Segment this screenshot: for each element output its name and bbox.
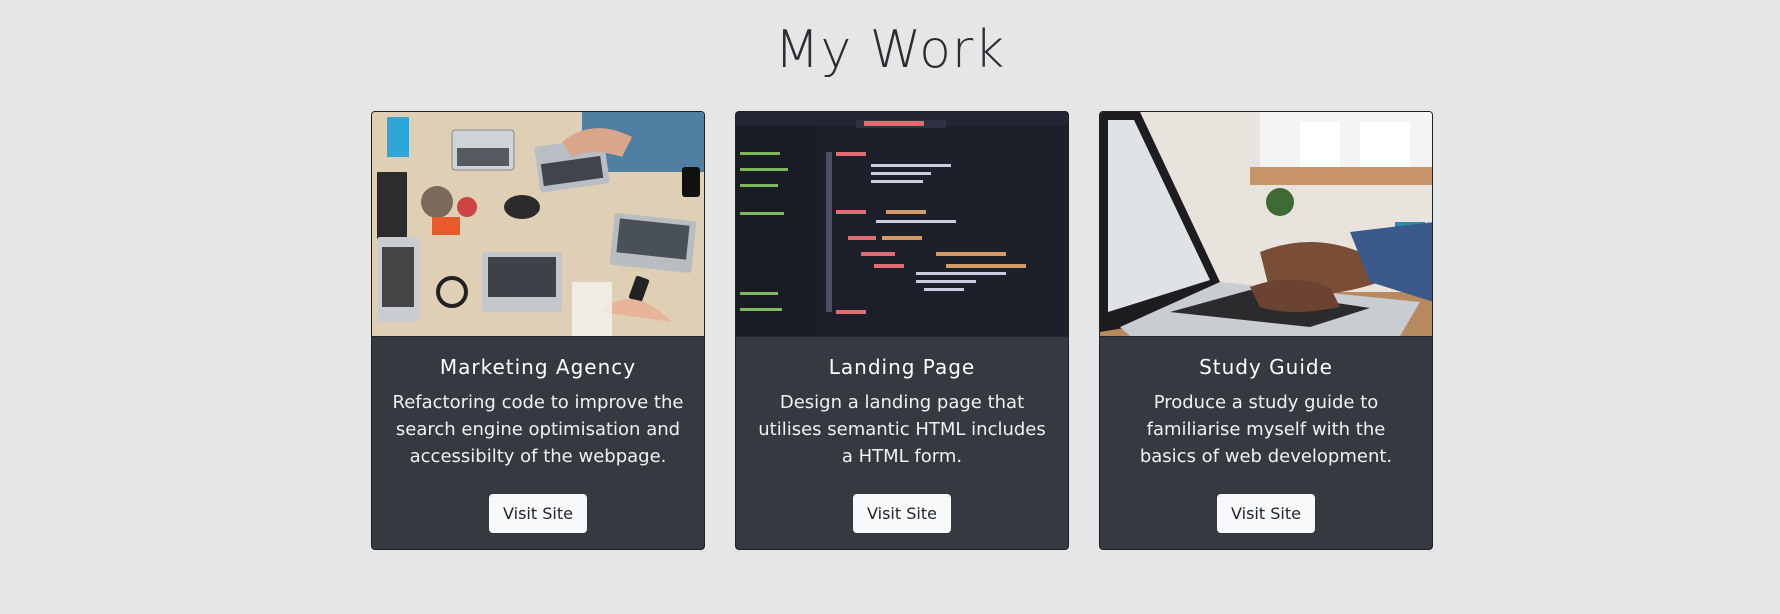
project-image-marketing-agency <box>372 112 704 337</box>
card-description: Refactoring code to improve the search e… <box>392 392 684 467</box>
portfolio-section: My Work Marketing Agency Refactoring cod… <box>0 0 1780 614</box>
project-cards: Marketing Agency Refactoring code to imp… <box>371 111 1433 550</box>
project-card-study-guide: Study Guide Produce a study guide to fam… <box>1099 111 1433 550</box>
visit-site-button[interactable]: Visit Site <box>1217 494 1315 533</box>
card-description: Produce a study guide to familiarise mys… <box>1139 392 1393 467</box>
card-description: Design a landing page that utilises sema… <box>758 392 1046 467</box>
visit-site-button[interactable]: Visit Site <box>853 494 951 533</box>
page-title: My Work <box>774 20 1006 80</box>
visit-site-button[interactable]: Visit Site <box>489 494 587 533</box>
project-image-study-guide <box>1100 112 1432 337</box>
card-body: Landing Page Design a landing page that … <box>736 337 1068 533</box>
project-card-landing-page: Landing Page Design a landing page that … <box>735 111 1069 550</box>
card-body: Marketing Agency Refactoring code to imp… <box>372 337 704 533</box>
project-card-marketing-agency: Marketing Agency Refactoring code to imp… <box>371 111 705 550</box>
card-title: Study Guide <box>1199 355 1333 379</box>
card-title: Landing Page <box>828 355 976 379</box>
card-title: Marketing Agency <box>439 355 637 379</box>
project-image-landing-page <box>736 112 1068 337</box>
card-body: Study Guide Produce a study guide to fam… <box>1100 337 1432 533</box>
